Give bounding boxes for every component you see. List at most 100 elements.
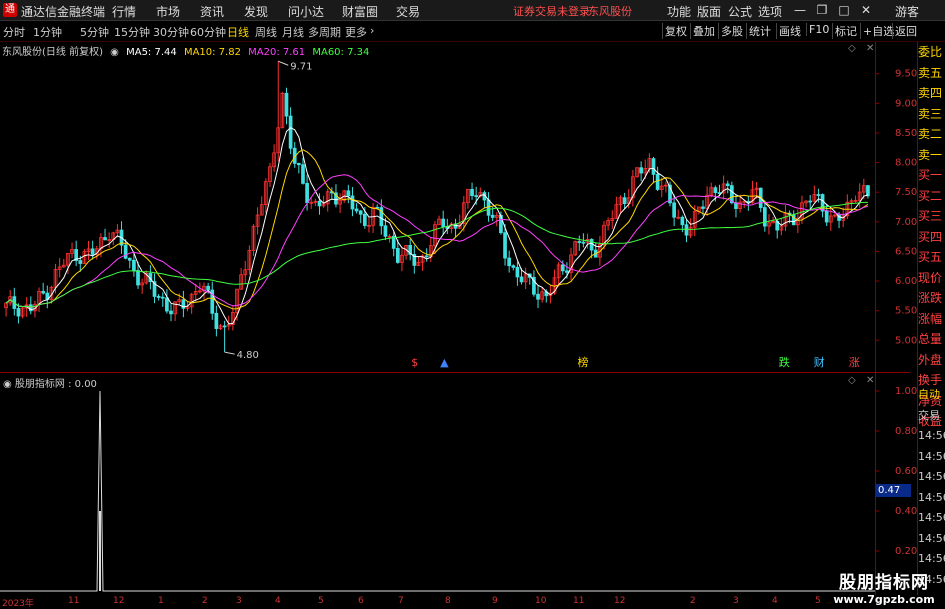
trade-time: 14:56 <box>918 449 945 463</box>
menu-news[interactable]: 资讯 <box>200 3 224 20</box>
candle-body <box>214 312 219 329</box>
period-tick[interactable]: 分时 <box>3 24 25 40</box>
quote-field-label: 买三 <box>918 209 943 223</box>
time-tick-label: 1 <box>158 596 164 606</box>
price-tick-label: 9.50 <box>895 69 917 80</box>
candle-body <box>565 270 569 273</box>
candle-body <box>362 213 367 226</box>
quote-field-label: 外盘 <box>918 352 943 367</box>
add-watchlist-button[interactable]: +自选 <box>860 23 896 39</box>
period-5min[interactable]: 5分钟 <box>80 24 109 40</box>
trade-time: 14:56 <box>918 531 945 545</box>
period-1min[interactable]: 1分钟 <box>33 24 62 40</box>
menu-discover[interactable]: 发现 <box>244 3 268 20</box>
indicator-chart[interactable] <box>0 373 875 595</box>
candle-body <box>503 232 507 259</box>
login-warning[interactable]: 证券交易未登录 <box>513 3 590 19</box>
chevron-right-icon[interactable]: › <box>370 24 374 37</box>
menu-wealth[interactable]: 财富圈 <box>342 3 378 20</box>
candle-body <box>490 214 495 218</box>
event-badge[interactable]: 涨 <box>849 356 860 369</box>
event-badge[interactable]: $ <box>411 356 418 369</box>
guest-label[interactable]: 游客 <box>895 3 919 20</box>
candle-body <box>424 255 429 258</box>
quote-field-label: 卖三 <box>918 106 943 121</box>
period-daily[interactable]: 日线 <box>227 24 249 40</box>
sub-tick-label: 0.80 <box>895 426 917 437</box>
menu-trade[interactable]: 交易 <box>396 3 420 20</box>
candle-body <box>284 92 289 117</box>
mark-button[interactable]: 标记 <box>832 23 859 39</box>
menu-ask[interactable]: 问小达 <box>288 3 324 20</box>
f10-button[interactable]: F10 <box>806 23 831 36</box>
candlestick-chart[interactable]: 9.71 4.80 $ ▲ 榜 跌 财 涨 <box>0 42 875 372</box>
overlay-button[interactable]: 叠加 <box>690 23 717 39</box>
candle-body <box>346 190 351 197</box>
menu-formula[interactable]: 公式 <box>728 3 752 20</box>
time-tick-label: 2 <box>690 596 696 606</box>
candle-body <box>507 257 512 267</box>
menu-market-quotes[interactable]: 行情 <box>112 3 136 20</box>
quote-field-label: 买五 <box>918 250 943 264</box>
trade-time: 14:56 <box>918 511 945 524</box>
candle-body <box>132 259 136 271</box>
candle-body <box>41 290 46 294</box>
candle-body <box>680 216 685 226</box>
draw-line-button[interactable]: 画线 <box>776 23 803 39</box>
candle-body <box>713 187 718 194</box>
price-tick-label: 6.00 <box>895 276 917 287</box>
quote-field-label: 涨跌 <box>918 291 943 305</box>
period-30min[interactable]: 30分钟 <box>153 24 189 40</box>
quote-field-label: 买二 <box>918 188 943 203</box>
period-60min[interactable]: 60分钟 <box>190 24 226 40</box>
time-tick-label: 3 <box>733 596 739 606</box>
time-tick-label: 12 <box>113 596 125 606</box>
event-badge[interactable]: ▲ <box>440 356 449 369</box>
menu-layout[interactable]: 版面 <box>697 3 721 20</box>
event-badge[interactable]: 榜 <box>578 355 589 369</box>
candle-body <box>762 207 767 227</box>
period-multi[interactable]: 多周期 <box>308 24 341 40</box>
restore-icon[interactable]: ❐ <box>814 2 830 18</box>
auto-toggle[interactable]: 自动 <box>918 385 945 406</box>
period-15min[interactable]: 15分钟 <box>114 24 150 40</box>
price-axis: 9.50 9.00 8.50 8.00 7.50 7.00 6.50 6.00 5.50 5.00 <box>875 69 917 346</box>
app-logo-icon: 通 <box>3 3 17 17</box>
trade-time: 14:56 <box>918 470 945 483</box>
menu-options[interactable]: 选项 <box>758 3 782 20</box>
candle-body <box>560 264 565 272</box>
candle-body <box>866 185 870 197</box>
quote-field-label: 卖一 <box>918 147 943 162</box>
indicator-line <box>0 390 875 592</box>
price-tick-label: 5.50 <box>895 306 917 317</box>
ma20-line <box>5 174 868 308</box>
event-badge[interactable]: 跌 <box>779 355 790 369</box>
minimize-icon[interactable]: — <box>792 2 808 18</box>
price-tick-label: 6.50 <box>895 246 917 257</box>
maximize-icon[interactable]: □ <box>836 2 852 18</box>
close-icon[interactable]: ✕ <box>858 2 874 18</box>
candle-body <box>297 162 301 166</box>
period-monthly[interactable]: 月线 <box>282 24 304 40</box>
event-badge[interactable]: 财 <box>814 355 825 369</box>
time-tick-label: 11 <box>68 596 80 606</box>
statistics-button[interactable]: 统计 <box>746 23 773 39</box>
candles <box>4 61 870 353</box>
period-toolbar: 分时 1分钟 5分钟 15分钟 30分钟 60分钟 日线 周线 月线 多周期 更… <box>0 21 945 42</box>
candle-body <box>317 200 322 207</box>
candle-body <box>103 237 107 241</box>
back-button[interactable]: 返回 <box>892 23 919 39</box>
multi-stock-button[interactable]: 多股 <box>718 23 745 39</box>
adjust-button[interactable]: 复权 <box>662 23 689 39</box>
time-axis: 2023年 11 12 1 2 3 4 5 6 7 8 9 10 11 12 2 3 4 5 <box>0 596 875 609</box>
menu-market[interactable]: 市场 <box>156 3 180 20</box>
time-tick-label: 4 <box>772 596 778 606</box>
period-more[interactable]: 更多 <box>345 24 367 40</box>
trade-tab[interactable]: 交易 <box>918 406 945 427</box>
quote-field-label: 涨幅 <box>918 311 943 326</box>
period-weekly[interactable]: 周线 <box>255 24 277 40</box>
candle-body <box>90 248 95 255</box>
time-tick-label: 4 <box>275 596 281 606</box>
price-tick-label: 5.00 <box>895 335 917 346</box>
menu-function[interactable]: 功能 <box>667 3 691 20</box>
